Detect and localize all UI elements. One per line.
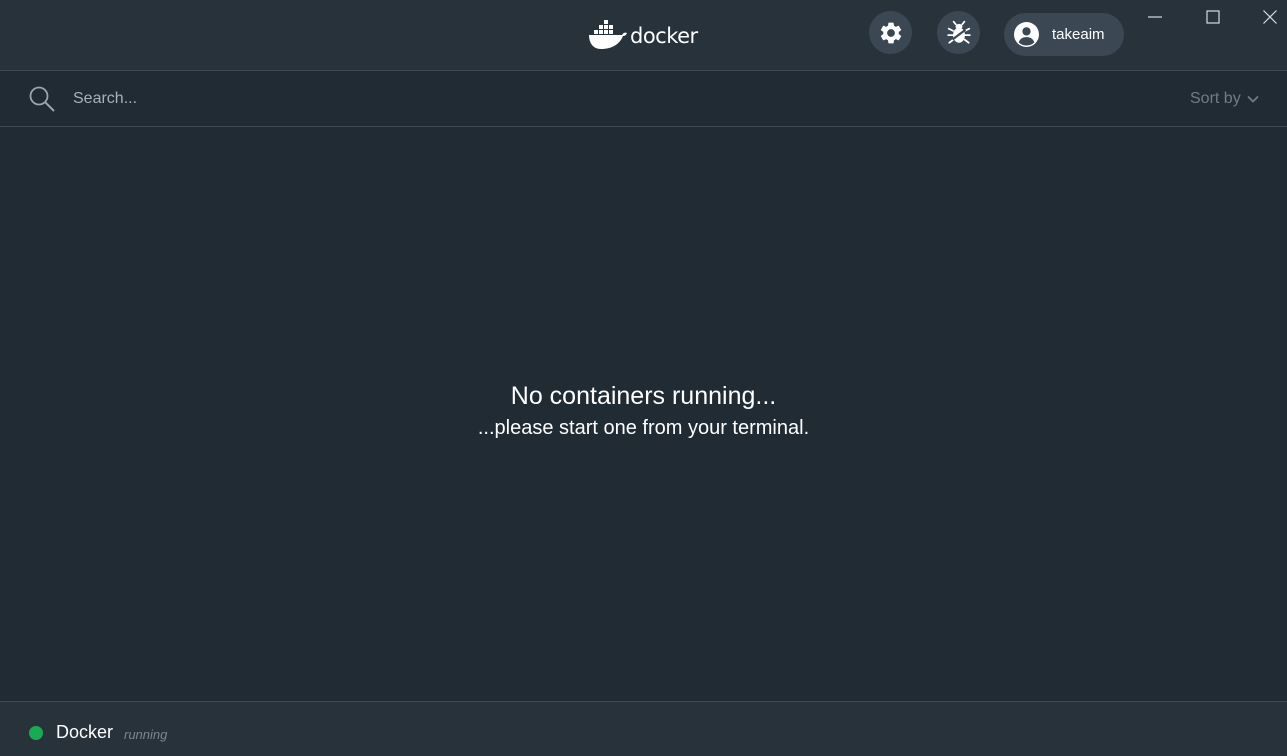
empty-state-title: No containers running... — [510, 382, 777, 410]
close-icon — [1263, 10, 1277, 24]
engine-status: running — [124, 727, 168, 742]
status-bar: Docker running — [0, 701, 1287, 756]
minimize-icon — [1148, 16, 1162, 18]
search-icon — [29, 86, 55, 112]
account-icon — [1014, 22, 1039, 47]
close-button[interactable] — [1257, 4, 1283, 30]
search-input[interactable] — [73, 86, 973, 112]
engine-name: Docker — [56, 722, 114, 742]
minimize-button[interactable] — [1142, 4, 1168, 30]
empty-state: No containers running... ...please start… — [0, 378, 1287, 442]
sort-by-dropdown[interactable]: Sort by — [1190, 88, 1260, 110]
settings-gear-icon — [880, 22, 901, 43]
settings-button[interactable] — [869, 11, 912, 54]
docker-whale-icon — [589, 20, 627, 49]
title-bar: docker takeaim — [0, 0, 1287, 71]
account-button[interactable]: takeaim — [1004, 13, 1124, 56]
user-name-label: takeaim — [1052, 26, 1105, 43]
docker-logo: docker — [588, 19, 698, 51]
status-indicator-icon — [29, 726, 43, 740]
search-bar: Sort by — [0, 72, 1287, 127]
chevron-down-icon — [1247, 95, 1259, 103]
sort-by-label: Sort by — [1190, 90, 1241, 107]
maximize-icon — [1206, 10, 1220, 24]
empty-state-subtitle: ...please start one from your terminal. — [477, 417, 810, 439]
bug-report-button[interactable] — [937, 11, 980, 54]
maximize-button[interactable] — [1200, 4, 1226, 30]
docker-desktop-window: docker takeaim Search... Sort by No cont… — [0, 0, 1287, 756]
bug-report-icon — [946, 20, 971, 44]
docker-wordmark: docker — [630, 23, 698, 48]
